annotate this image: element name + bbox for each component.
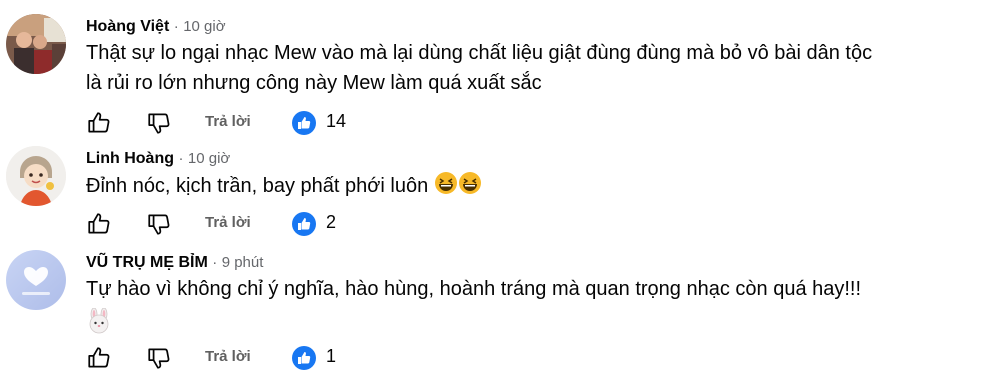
reply-button[interactable]: Trả lời <box>205 113 251 130</box>
comment-text-line: là rủi ro lớn nhưng công này Mew làm quá… <box>86 72 542 94</box>
grinning-squint-emoji <box>458 172 481 194</box>
comment-text: Đỉnh nóc, kịch trần, bay phất phới luôn <box>86 171 986 201</box>
comment-text: Thật sự lo ngại nhạc Mew vào mà lại dùng… <box>86 38 986 98</box>
avatar[interactable] <box>6 146 66 206</box>
comment-text-line: Đỉnh nóc, kịch trần, bay phất phới luôn <box>86 175 429 197</box>
like-count: 2 <box>326 212 337 232</box>
rabbit-emoji <box>89 308 109 334</box>
reply-button[interactable]: Trả lời <box>205 214 251 231</box>
author-name[interactable]: Linh Hoàng <box>86 150 174 167</box>
thumbs-up-icon[interactable] <box>86 345 112 371</box>
like-count: 1 <box>326 346 337 366</box>
author-name[interactable]: Hoàng Việt <box>86 18 169 35</box>
comment-header: Linh Hoàng · 10 giờ <box>86 149 230 169</box>
avatar[interactable] <box>6 14 66 74</box>
avatar[interactable] <box>6 250 66 310</box>
timestamp[interactable]: 10 giờ <box>183 18 225 35</box>
like-reaction-icon[interactable] <box>291 110 317 136</box>
timestamp[interactable]: 9 phút <box>222 254 264 271</box>
separator-dot: · <box>173 18 179 35</box>
author-name[interactable]: VŨ TRỤ MẸ BỈM <box>86 254 208 271</box>
thumbs-up-icon[interactable] <box>86 110 112 136</box>
reply-button[interactable]: Trả lời <box>205 348 251 365</box>
like-reaction-icon[interactable] <box>291 211 317 237</box>
thumbs-down-icon[interactable] <box>146 110 172 136</box>
like-count: 14 <box>326 111 347 131</box>
thumbs-up-icon[interactable] <box>86 211 112 237</box>
comment-header: VŨ TRỤ MẸ BỈM · 9 phút <box>86 253 263 273</box>
comment-text: Tự hào vì không chỉ ý nghĩa, hào hùng, h… <box>86 274 986 342</box>
separator-dot: · <box>212 254 218 271</box>
thumbs-down-icon[interactable] <box>146 211 172 237</box>
grinning-squint-emoji <box>434 172 457 194</box>
comment-header: Hoàng Việt · 10 giờ <box>86 17 226 37</box>
timestamp[interactable]: 10 giờ <box>188 150 230 167</box>
comment-text-line: Thật sự lo ngại nhạc Mew vào mà lại dùng… <box>86 42 873 64</box>
like-reaction-icon[interactable] <box>291 345 317 371</box>
separator-dot: · <box>178 150 184 167</box>
comment-text-line: Tự hào vì không chỉ ý nghĩa, hào hùng, h… <box>86 278 862 300</box>
thumbs-down-icon[interactable] <box>146 345 172 371</box>
